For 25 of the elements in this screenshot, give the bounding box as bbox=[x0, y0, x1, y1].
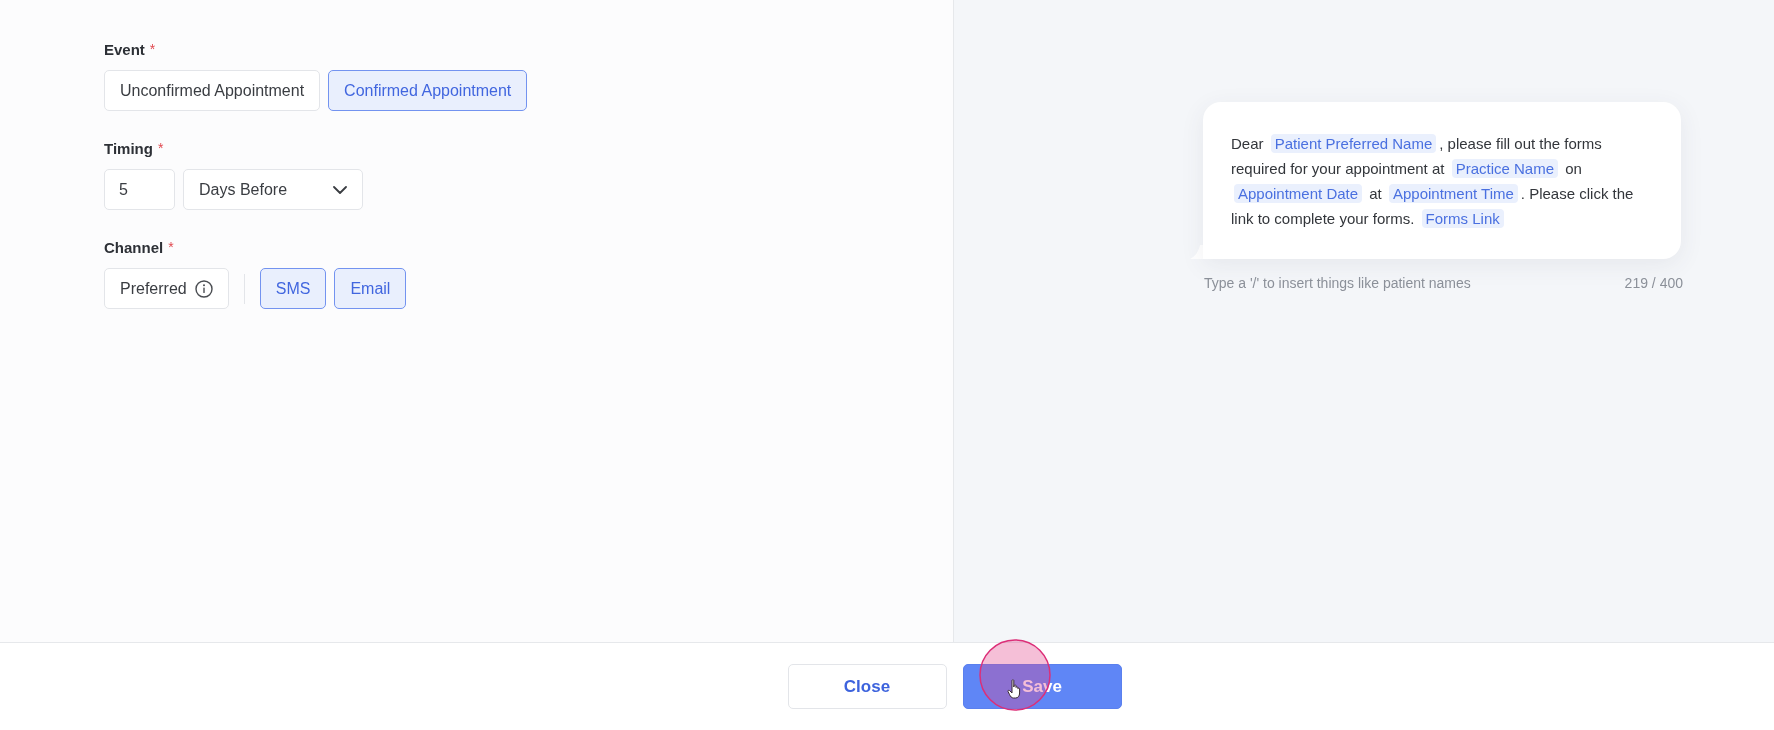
message-text: Dear Patient Preferred Name , please fill out the forms required for your appointment at Practice Name on Appointment Date at Appointment Time . Please click the link to complete your forms. Forms Link bbox=[1231, 133, 1635, 230]
unit-select[interactable]: Days Before bbox=[183, 169, 363, 210]
event-option[interactable]: Confirmed Appointment bbox=[328, 70, 528, 111]
field-label: Event bbox=[104, 40, 145, 60]
required-mark: * bbox=[157, 139, 164, 157]
field-label: Timing bbox=[104, 139, 153, 159]
variable-tag: Practice Name bbox=[1451, 159, 1558, 178]
required-mark: * bbox=[149, 40, 156, 58]
channel-option[interactable]: SMS bbox=[259, 268, 327, 309]
variable-tag: Appointment Date bbox=[1234, 184, 1363, 203]
close-button[interactable]: Close bbox=[787, 664, 947, 709]
chevron-down-icon bbox=[333, 185, 347, 194]
variable-tag: Forms Link bbox=[1421, 209, 1504, 228]
variable-tag: Appointment Time bbox=[1388, 184, 1518, 203]
channel-option[interactable]: Email bbox=[334, 268, 407, 309]
variable-tag: Patient Preferred Name bbox=[1270, 134, 1437, 153]
number-field[interactable]: 5 bbox=[104, 169, 175, 210]
field-label: Channel bbox=[104, 238, 164, 258]
hand-cursor-icon bbox=[1007, 679, 1023, 699]
info-icon bbox=[194, 279, 213, 298]
required-mark: * bbox=[168, 238, 174, 256]
preferred-option[interactable]: Preferred bbox=[104, 268, 229, 309]
event-option[interactable]: Unconfirmed Appointment bbox=[104, 70, 321, 111]
hint-text: Type a '/' to insert things like patient names bbox=[1204, 275, 1471, 291]
character-count: 219 / 400 bbox=[1624, 275, 1683, 291]
